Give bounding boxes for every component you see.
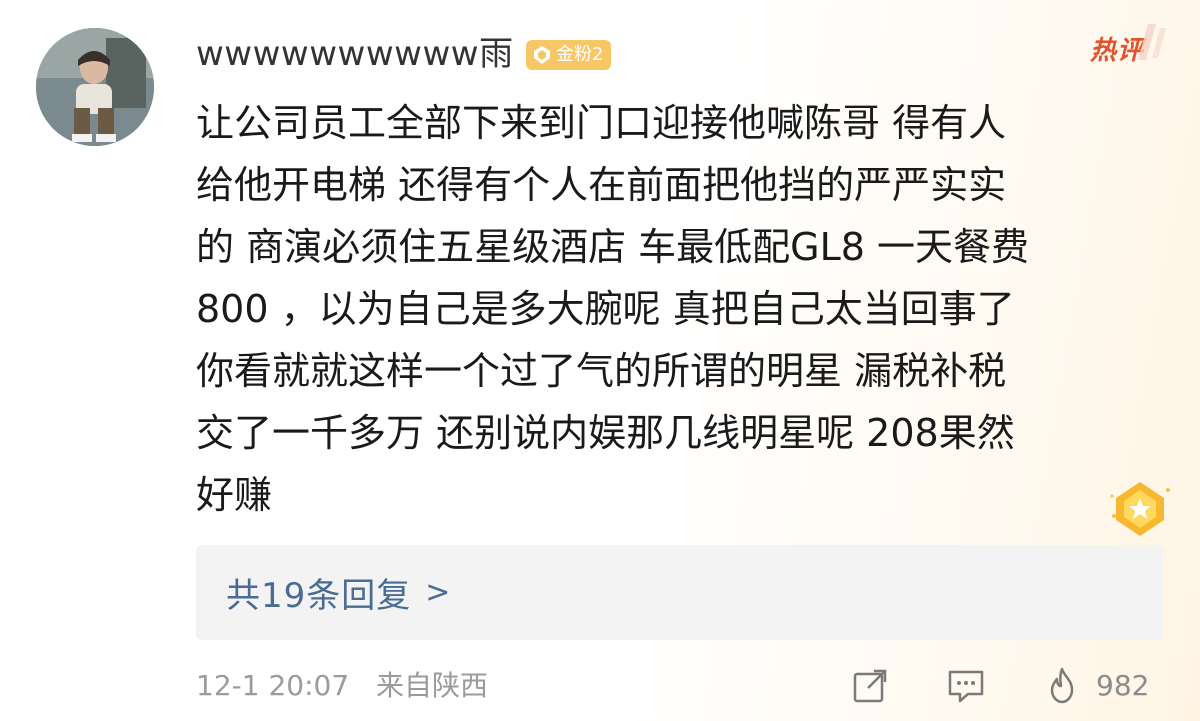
comment-text: 让公司员工全部下来到门口迎接他喊陈哥 得有人 给他开电梯 还得有个人在前面把他挡… xyxy=(196,92,1136,526)
hot-tag-stripes-icon xyxy=(1138,24,1166,60)
badge-label: 金粉2 xyxy=(556,44,604,65)
chevron-right-icon: > xyxy=(425,575,451,610)
fan-crest-icon xyxy=(532,45,552,65)
comment-line: 的 商演必须住五星级酒店 车最低配GL8 一天餐费 xyxy=(196,225,1030,269)
comment-card: wwwwwwwwww雨 金粉2 热评 让公司员工全部下来到门口迎接他喊陈哥 得有… xyxy=(0,0,1200,721)
comment-line: 给他开电梯 还得有个人在前面把他挡的严严实实 xyxy=(196,163,1007,207)
share-icon[interactable] xyxy=(850,666,890,706)
like-count: 982 xyxy=(1096,669,1150,702)
gold-medal-icon xyxy=(1110,482,1170,536)
fan-level-badge[interactable]: 金粉2 xyxy=(526,40,612,70)
comment-line: 你看就就这样一个过了气的所谓的明星 漏税补税 xyxy=(196,349,1007,393)
comment-timestamp: 12-1 20:07 xyxy=(196,669,350,702)
avatar[interactable] xyxy=(36,28,154,146)
comment-icon[interactable] xyxy=(946,666,986,706)
comment-line: 好赚 xyxy=(196,473,273,517)
username[interactable]: wwwwwwwwww雨 xyxy=(196,32,514,76)
comment-line: 让公司员工全部下来到门口迎接他喊陈哥 得有人 xyxy=(196,101,1007,145)
avatar-photo-icon xyxy=(36,28,154,146)
comment-line: 800 ，以为自己是多大腕呢 真把自己太当回事了 xyxy=(196,287,1015,331)
comment-location: 来自陕西 xyxy=(376,669,489,702)
view-replies-button[interactable]: 共19条回复 > xyxy=(196,545,1164,640)
like-flame-icon[interactable] xyxy=(1042,666,1082,706)
comment-line: 交了一千多万 还别说内娱那几线明星呢 208果然 xyxy=(196,411,1015,455)
replies-count-label: 共19条回复 xyxy=(226,576,412,616)
